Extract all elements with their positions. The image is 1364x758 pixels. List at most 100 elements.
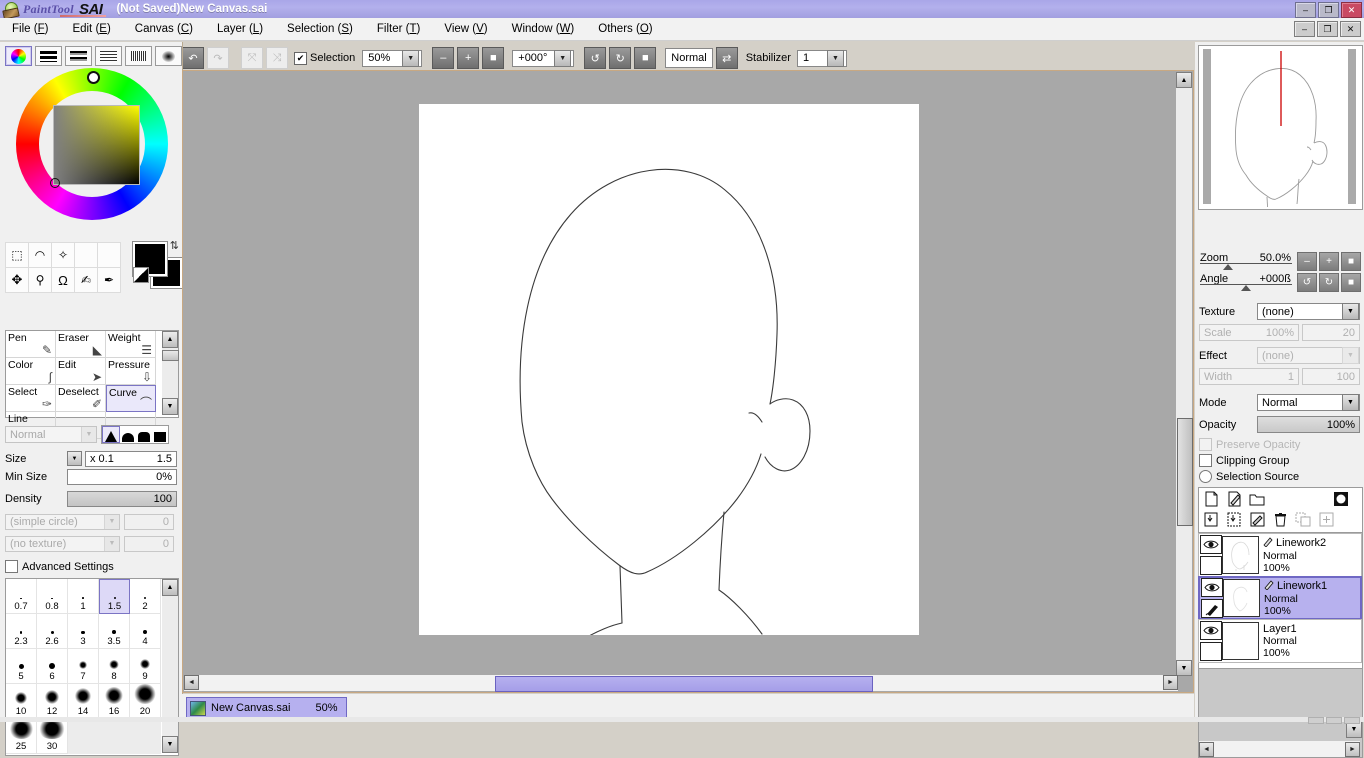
layer-mask-icon[interactable] [1332,490,1350,507]
color-wheel[interactable] [6,68,176,220]
gradient-tab[interactable] [155,46,182,66]
lasso-icon[interactable]: ◠ [28,242,52,268]
layer-lock-icon[interactable] [1200,642,1222,661]
menu-filter[interactable]: Filter (T) [365,20,432,38]
brush-size-preset[interactable]: 1.5 [99,579,130,614]
layer-thumbnail[interactable] [1222,536,1259,574]
chevron-down-icon[interactable]: ▼ [1342,394,1359,411]
canvas-vertical-scrollbar[interactable]: ▲ ▼ [1176,72,1193,676]
effect-amount-field[interactable]: 100 [1302,368,1360,385]
chevron-down-icon[interactable]: ▼ [1342,303,1359,320]
mode-select[interactable]: Normal ▼ [1257,394,1360,411]
brush-shape-amount-field[interactable]: 0 [124,513,174,530]
swatch-grid-tab[interactable] [125,46,152,66]
zoom-icon[interactable]: ⚲ [28,267,52,293]
menu-layer[interactable]: Layer (L) [205,20,275,38]
hsv-slider-tab[interactable] [65,46,92,66]
selection-source-row[interactable]: Selection Source [1199,470,1299,483]
advanced-settings-checkbox[interactable] [5,560,18,573]
merge-down-icon[interactable] [1202,511,1220,528]
flip-vertical-button[interactable]: ⤨ [266,47,288,69]
brush-size-preset[interactable]: 6 [37,649,68,684]
layer-visibility-icon[interactable] [1200,621,1222,640]
preserve-opacity-checkbox[interactable] [1199,438,1212,451]
chevron-down-icon[interactable]: ▼ [104,514,119,529]
merge-group-icon[interactable] [1225,511,1243,528]
canvas-horizontal-scrollbar[interactable]: ◄ ► [184,675,1178,692]
color-list-tab[interactable] [95,46,122,66]
menu-selection[interactable]: Selection (S) [275,20,365,38]
flip-toggle-button[interactable]: ⇄ [715,47,738,69]
tool-option-curve[interactable]: Curve ⌒ [106,385,156,412]
color-wheel-tab[interactable] [5,46,32,66]
blank-tool-2[interactable] [97,242,121,268]
hand-icon[interactable]: ✍ [74,267,98,293]
rgb-slider-tab[interactable] [35,46,62,66]
navigator-zoom-track[interactable] [1200,263,1292,264]
eyedropper-icon[interactable]: ✒ [97,267,121,293]
new-linework-layer-icon[interactable] [1225,490,1243,507]
navigator-zoom-out-button[interactable]: – [1297,251,1317,271]
effect-width-field[interactable]: Width 1 [1199,368,1299,385]
tool-option-deselect[interactable]: Deselect ✐ [56,385,106,412]
rotate-cw-button[interactable]: ↻ [609,47,632,69]
canvas-scroll-left-button[interactable]: ◄ [184,675,199,690]
brush-size-preset[interactable]: 3 [68,614,99,649]
doc-maximize-button[interactable]: ❐ [1317,21,1338,37]
hue-marker[interactable] [87,71,100,84]
layer-list-scroll-right[interactable]: ► [1345,741,1360,757]
canvas-horizontal-scroll-thumb[interactable] [495,676,873,692]
delete-layer-icon[interactable] [1271,511,1289,528]
brush-minsize-field[interactable]: 0% [67,468,177,485]
layer-lock-icon[interactable] [1200,556,1222,575]
brush-size-preset[interactable]: 2.3 [6,614,37,649]
navigator-rotate-reset-button[interactable]: ■ [1341,272,1361,292]
table-row[interactable]: Linework1 Normal 100% [1198,576,1362,620]
clipping-group-checkbox[interactable] [1199,454,1212,467]
canvas-scroll-right-button[interactable]: ► [1163,675,1178,690]
tool-option-edit[interactable]: Edit ➤ [56,358,106,385]
advanced-settings-row[interactable]: Advanced Settings [5,560,114,573]
zoom-field[interactable]: 50% ▼ [362,49,423,67]
tool-option-select[interactable]: Select ✑ [6,385,56,412]
layer-list-scroll-left[interactable]: ◄ [1199,741,1214,757]
brush-size-preset[interactable]: 2 [130,579,161,614]
move-icon[interactable]: ✥ [5,267,29,293]
new-folder-icon[interactable] [1248,490,1266,507]
chevron-down-icon[interactable]: ▼ [81,427,96,442]
brush-shape-square[interactable] [152,427,168,442]
brush-size-preset[interactable]: 1 [68,579,99,614]
brush-size-preset[interactable]: 10 [6,684,37,719]
selection-source-radio[interactable] [1199,470,1212,483]
flip-horizontal-button[interactable]: ⤧ [241,47,263,69]
texture-scale-field[interactable]: Scale 100% [1199,324,1299,341]
navigator-rotate-cw-button[interactable]: ↻ [1319,272,1339,292]
brush-size-preset[interactable]: 4 [130,614,161,649]
texture-amount-field[interactable]: 20 [1302,324,1360,341]
menu-window[interactable]: Window (W) [500,20,587,38]
tool-option-eraser[interactable]: Eraser ◣ [56,331,106,358]
blank-tool-1[interactable] [74,242,98,268]
zoom-reset-button[interactable]: ■ [482,47,505,69]
navigator-zoom-reset-button[interactable]: ■ [1341,251,1361,271]
chevron-down-icon[interactable]: ▼ [1342,347,1359,364]
brush-shape-round[interactable] [120,427,136,442]
selection-checkbox-box[interactable]: ✔ [294,51,307,65]
selection-checkbox[interactable]: ✔ Selection [294,51,355,65]
navigator-preview[interactable] [1198,45,1363,210]
menu-file[interactable]: File (F) [0,20,60,38]
layer-list-horizontal-scrollbar[interactable]: ◄ ► [1199,741,1360,757]
magic-wand-icon[interactable]: ✧ [51,242,75,268]
tool-option-color[interactable]: Color ∫ [6,358,56,385]
rect-select-icon[interactable]: ⬚ [5,242,29,268]
brush-size-dropdown[interactable]: ▼ [67,451,82,466]
brush-shape-combo[interactable]: (simple circle) ▼ [5,513,120,530]
brush-size-preset[interactable]: 30 [37,719,68,754]
stabilizer-field[interactable]: 1 ▼ [796,49,847,67]
redo-button[interactable]: ↷ [207,47,229,69]
stabilizer-dropdown-arrow[interactable]: ▼ [826,49,844,67]
brush-density-field[interactable]: 100 [67,490,177,507]
saturation-value-square[interactable] [53,105,140,185]
maximize-button[interactable]: ❐ [1318,2,1339,18]
layer-list[interactable]: Linework2 Normal 100% Linework1 Normal 1… [1198,533,1363,670]
